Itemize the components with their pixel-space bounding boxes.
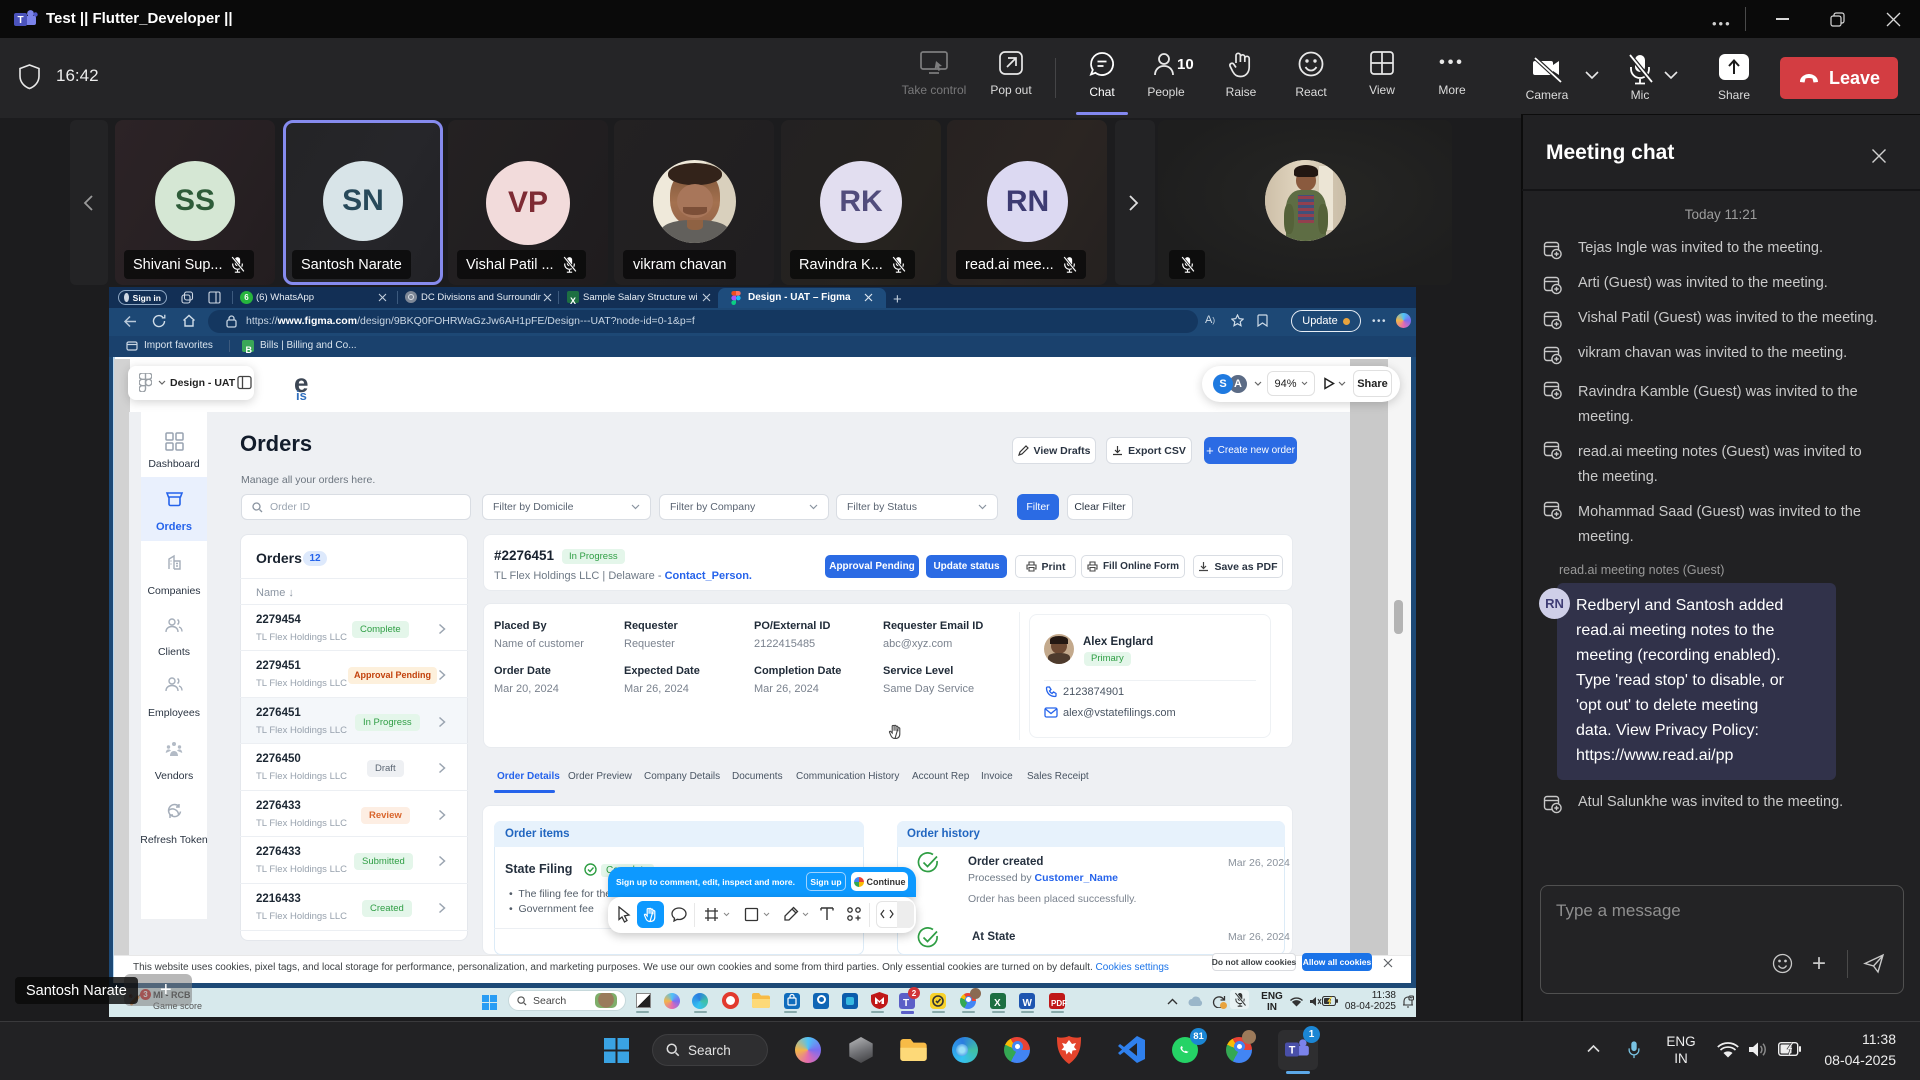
svg-text:T: T (17, 15, 23, 26)
svg-text:T: T (1289, 1044, 1296, 1056)
